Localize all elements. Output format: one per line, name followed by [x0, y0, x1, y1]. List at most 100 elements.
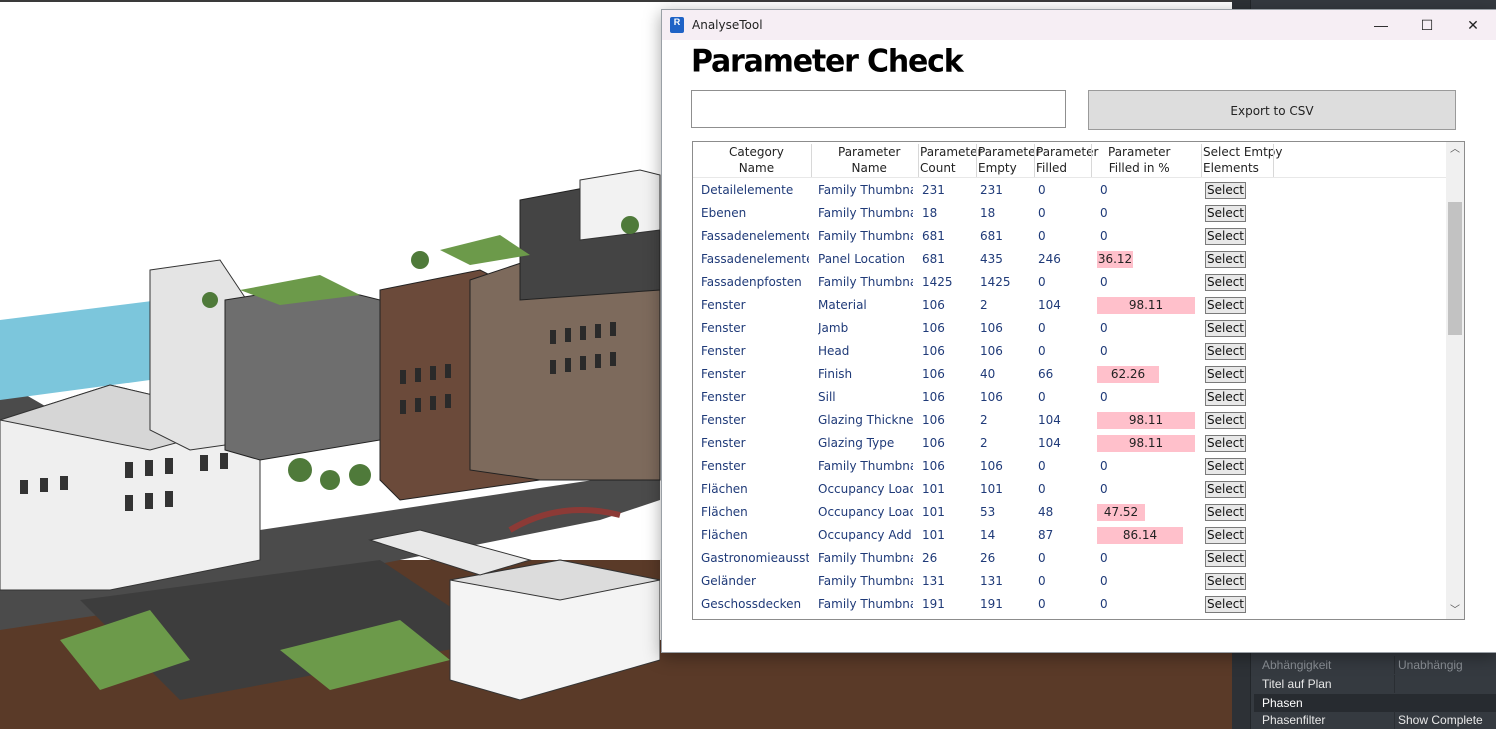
table-row[interactable]: Flächen Occupancy Load F 101 53 48 47.52 Selec…: [693, 501, 1446, 524]
select-empty-button[interactable]: Select: [1205, 573, 1246, 590]
column-divider[interactable]: [1034, 144, 1035, 177]
select-empty-button[interactable]: Select: [1205, 297, 1246, 314]
header-select-empty[interactable]: Select Emtpy Elements: [1203, 144, 1283, 176]
table-row[interactable]: Flächen Occupancy Add C 101 14 87 86.14 Select: [693, 524, 1446, 547]
column-divider[interactable]: [1201, 144, 1202, 177]
parameter-count-cell: 131: [922, 574, 945, 588]
property-key: Titel auf Plan: [1262, 677, 1332, 691]
filled-percent-cell: 0: [1097, 547, 1197, 570]
parameter-count-cell: 106: [922, 436, 945, 450]
select-empty-button[interactable]: Select: [1205, 412, 1246, 429]
parameter-count-cell: 106: [922, 459, 945, 473]
header-filled[interactable]: Parameter Filled: [1036, 144, 1098, 176]
parameter-name-cell: Finish: [818, 367, 853, 381]
select-empty-button[interactable]: Select: [1205, 182, 1246, 199]
select-empty-button[interactable]: Select: [1205, 274, 1246, 291]
table-row[interactable]: Geschossdecken Family Thumbnail 191 191 0 0 Se…: [693, 593, 1446, 616]
parameter-name-cell: Occupancy Add C: [818, 528, 913, 542]
filled-percent-cell: 36.12: [1097, 248, 1197, 271]
table-row[interactable]: Gastronomieausstat Family Thumbnail 26 26 0 0…: [693, 547, 1446, 570]
header-category[interactable]: Category Name: [729, 144, 784, 176]
scrollbar-thumb[interactable]: [1448, 202, 1462, 335]
column-divider[interactable]: [811, 144, 812, 177]
table-row[interactable]: Fenster Head 106 106 0 0 Select: [693, 340, 1446, 363]
table-row[interactable]: Fenster Material 106 2 104 98.11 Select: [693, 294, 1446, 317]
filled-percent-cell: 98.11: [1097, 432, 1197, 455]
table-row[interactable]: Flächen Occupancy Load 101 101 0 0 Select: [693, 478, 1446, 501]
select-empty-button[interactable]: Select: [1205, 527, 1246, 544]
table-row[interactable]: Fassadenelemente Panel Location 681 435 246 3…: [693, 248, 1446, 271]
table-row[interactable]: Detailelemente Family Thumbnail 231 231 0 0 Se…: [693, 179, 1446, 202]
filled-percent-cell: 0: [1097, 271, 1197, 294]
parameter-name-cell: Glazing Type: [818, 436, 895, 450]
column-divider[interactable]: [918, 144, 919, 177]
select-empty-button[interactable]: Select: [1205, 366, 1246, 383]
parameter-empty-cell: 106: [980, 390, 1003, 404]
table-row[interactable]: Ebenen Family Thumbnail 18 18 0 0 Select: [693, 202, 1446, 225]
filled-percent-cell: 0: [1097, 593, 1197, 616]
minimize-button[interactable]: —: [1358, 10, 1404, 40]
column-divider[interactable]: [1091, 144, 1092, 177]
select-empty-button[interactable]: Select: [1205, 251, 1246, 268]
parameter-count-cell: 18: [922, 206, 938, 220]
select-empty-button[interactable]: Select: [1205, 504, 1246, 521]
maximize-button[interactable]: ☐: [1404, 10, 1450, 40]
table-row[interactable]: Fenster Glazing Type 106 2 104 98.11 Select: [693, 432, 1446, 455]
column-divider[interactable]: [1273, 144, 1274, 177]
title-bar[interactable]: R AnalyseTool — ☐ ✕: [662, 10, 1496, 40]
select-empty-button[interactable]: Select: [1205, 481, 1246, 498]
header-empty[interactable]: Parameter Empty: [978, 144, 1040, 176]
table-row[interactable]: Fenster Family Thumbnail 106 106 0 0 Select: [693, 455, 1446, 478]
filled-percent-label: 0: [1100, 344, 1108, 358]
select-empty-button[interactable]: Select: [1205, 228, 1246, 245]
scroll-down-arrow-icon[interactable]: ﹀: [1446, 603, 1464, 619]
select-empty-button[interactable]: Select: [1205, 389, 1246, 406]
table-row[interactable]: Fenster Jamb 106 106 0 0 Select: [693, 317, 1446, 340]
category-cell: Fenster: [701, 298, 746, 312]
close-button[interactable]: ✕: [1450, 10, 1496, 40]
export-csv-button[interactable]: Export to CSV: [1088, 90, 1456, 130]
table-row[interactable]: Fassadenelemente Family Thumbnail 681 681 0 0…: [693, 225, 1446, 248]
header-count[interactable]: Parameter Count: [920, 144, 982, 176]
filled-percent-cell: 98.11: [1097, 294, 1197, 317]
property-row[interactable]: Abhängigkeit Unabhängig: [1254, 656, 1496, 674]
parameter-filled-cell: 0: [1038, 229, 1046, 243]
parameter-count-cell: 101: [922, 482, 945, 496]
filled-percent-cell: 86.14: [1097, 524, 1197, 547]
parameter-empty-cell: 53: [980, 505, 996, 519]
scroll-up-arrow-icon[interactable]: ︿: [1446, 142, 1464, 158]
select-empty-button[interactable]: Select: [1205, 596, 1246, 613]
header-filled-pct[interactable]: Parameter Filled in %: [1108, 144, 1170, 176]
table-row[interactable]: Fassadenpfosten Family Thumbnail 1425 1425 0…: [693, 271, 1446, 294]
select-empty-button[interactable]: Select: [1205, 343, 1246, 360]
select-empty-button[interactable]: Select: [1205, 435, 1246, 452]
category-cell: Flächen: [701, 505, 748, 519]
category-cell: Fenster: [701, 436, 746, 450]
property-key: Phasenfilter: [1262, 713, 1326, 727]
table-row[interactable]: Geländer Family Thumbnail 131 131 0 0 Select: [693, 570, 1446, 593]
category-cell: Fenster: [701, 321, 746, 335]
property-row[interactable]: Phasen: [1254, 694, 1496, 712]
filled-percent-label: 0: [1100, 482, 1108, 496]
parameter-count-cell: 101: [922, 528, 945, 542]
filled-percent-label: 0: [1100, 275, 1108, 289]
select-empty-button[interactable]: Select: [1205, 205, 1246, 222]
filled-percent-cell: 0: [1097, 386, 1197, 409]
table-row[interactable]: Fenster Glazing Thickness 106 2 104 98.11 Sele…: [693, 409, 1446, 432]
category-cell: Geschossdecken: [701, 597, 802, 611]
property-row[interactable]: Phasenfilter Show Complete: [1254, 711, 1496, 729]
table-row[interactable]: Fenster Sill 106 106 0 0 Select: [693, 386, 1446, 409]
table-row[interactable]: Fenster Finish 106 40 66 62.26 Select: [693, 363, 1446, 386]
filled-percent-cell: 62.26: [1097, 363, 1197, 386]
select-empty-button[interactable]: Select: [1205, 458, 1246, 475]
column-divider[interactable]: [976, 144, 977, 177]
property-row[interactable]: Titel auf Plan: [1254, 675, 1496, 693]
filled-percent-cell: 47.52: [1097, 501, 1197, 524]
property-divider: [1394, 711, 1395, 729]
filter-input[interactable]: [691, 90, 1066, 128]
select-empty-button[interactable]: Select: [1205, 550, 1246, 567]
grid-vertical-scrollbar[interactable]: ︿ ﹀: [1446, 142, 1464, 619]
parameter-empty-cell: 106: [980, 344, 1003, 358]
select-empty-button[interactable]: Select: [1205, 320, 1246, 337]
header-parameter[interactable]: Parameter Name: [838, 144, 900, 176]
